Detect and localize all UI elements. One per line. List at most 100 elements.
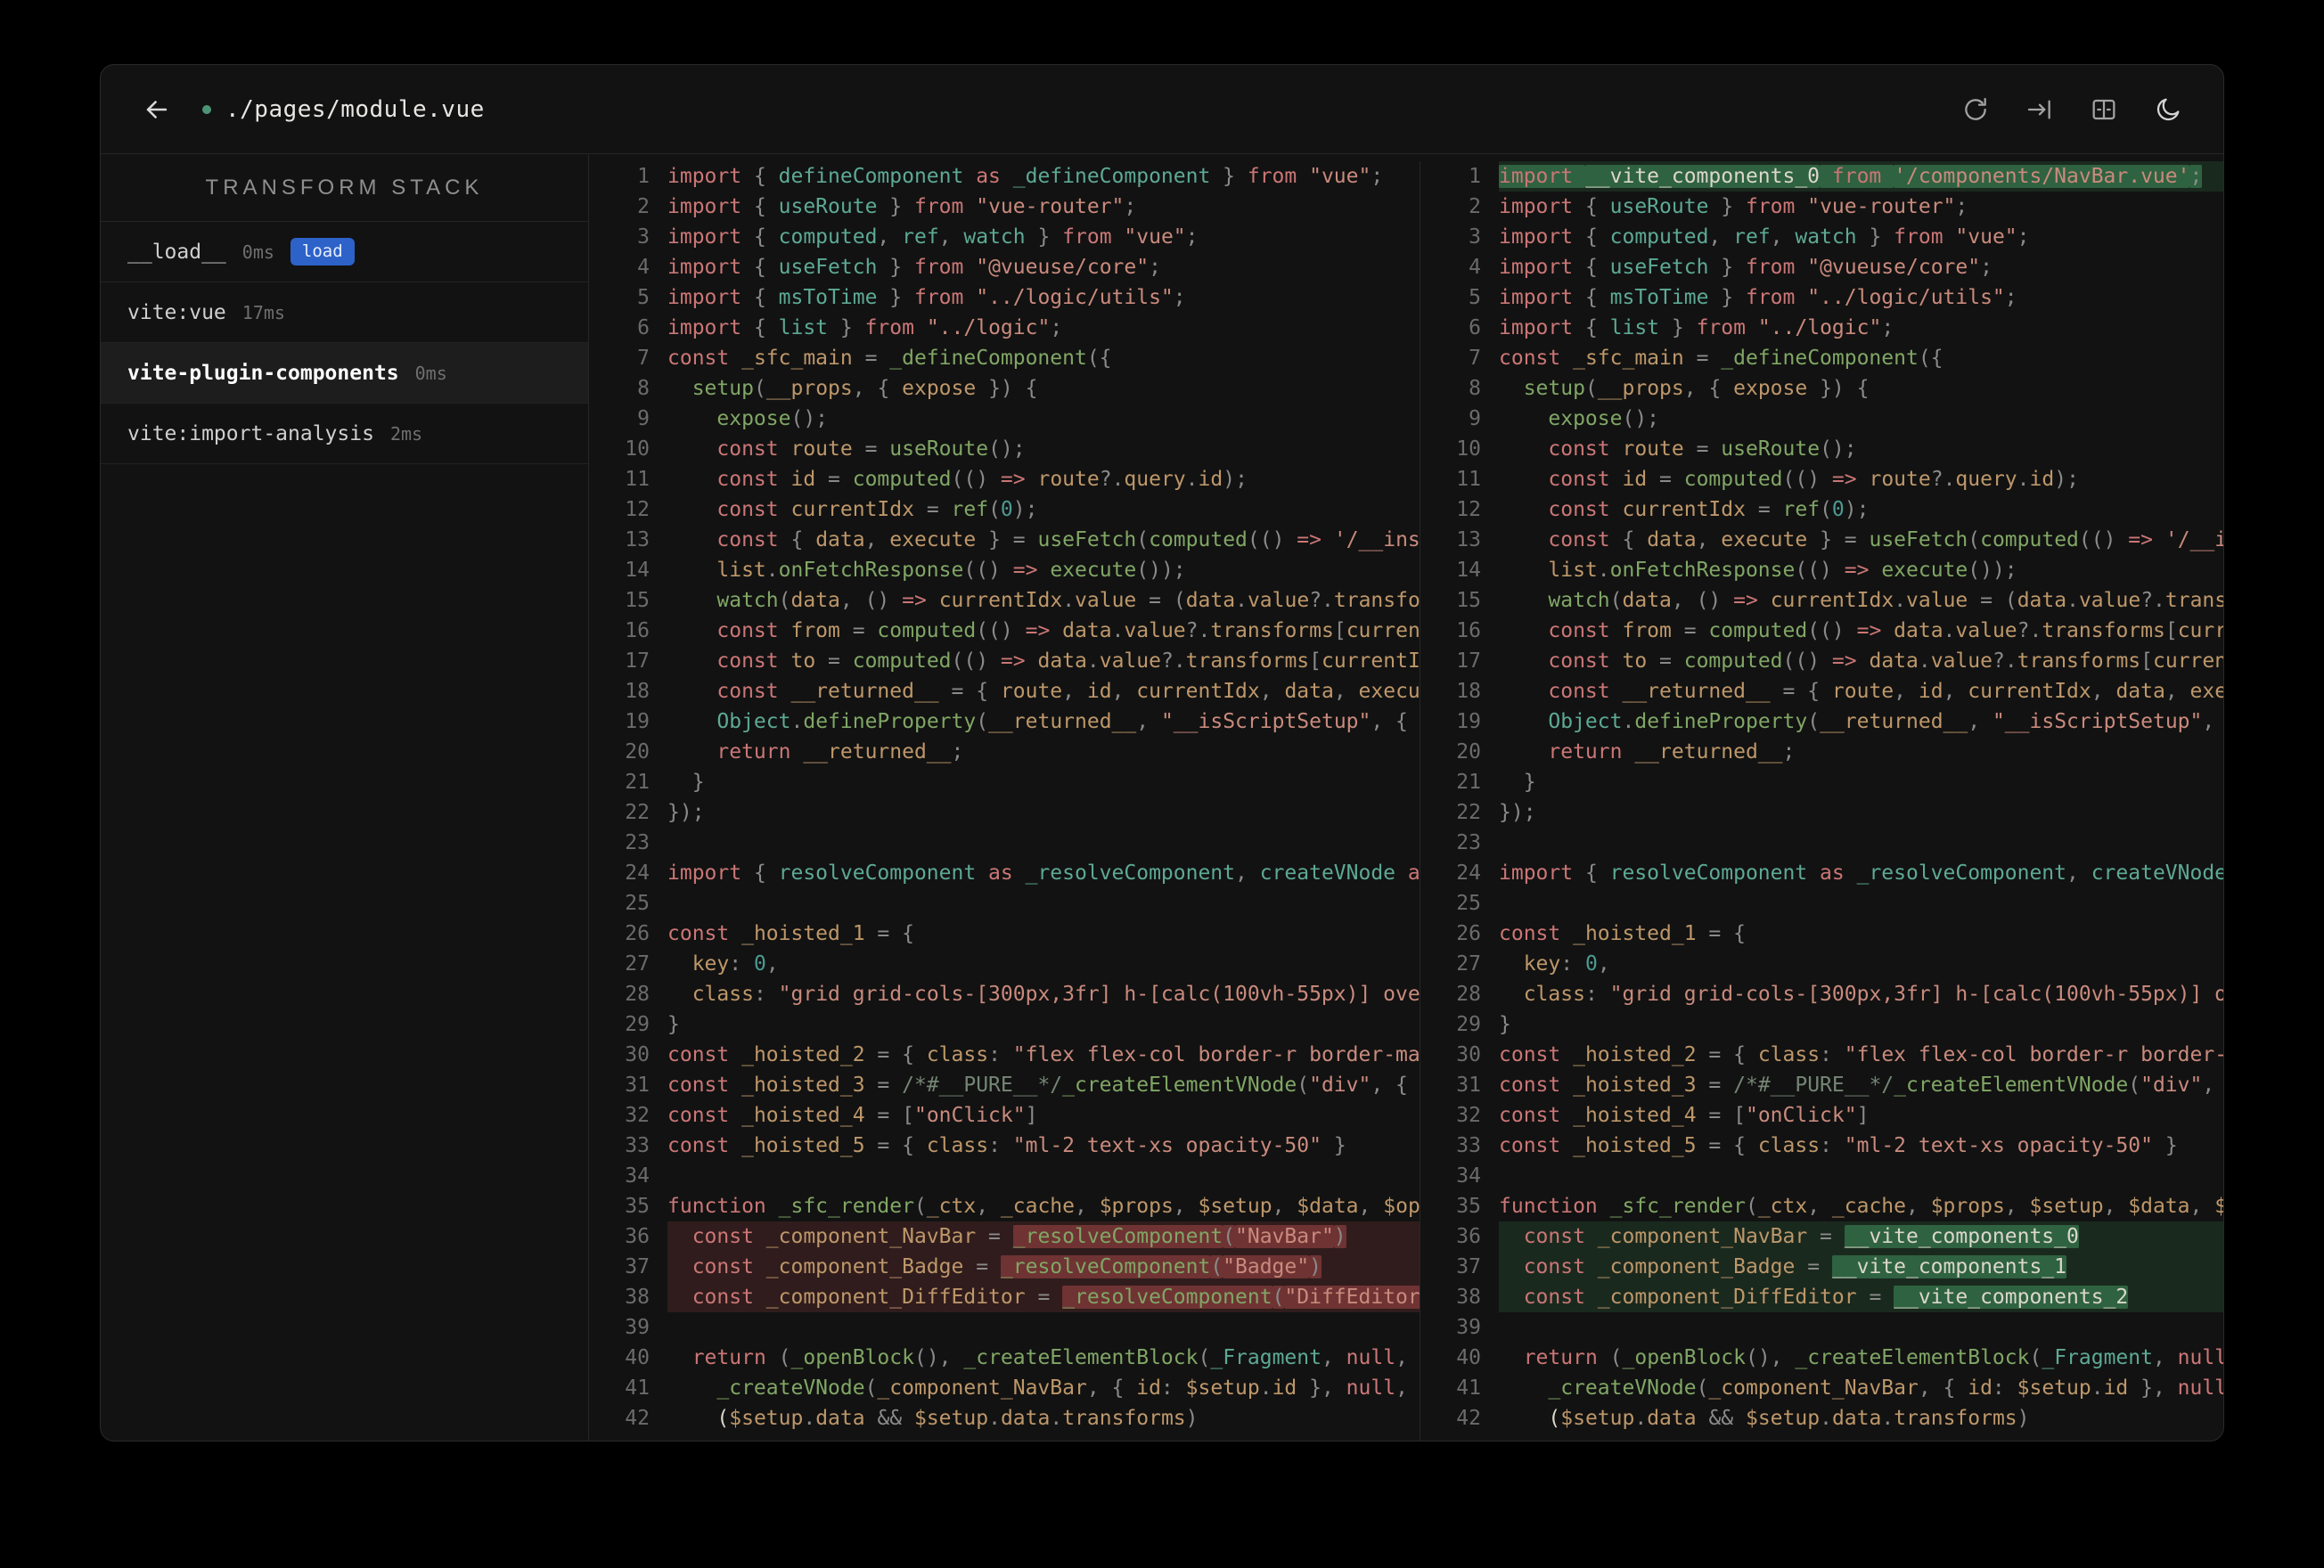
code-line[interactable]: 4 import { useFetch } from "@vueuse/core"… [1420, 252, 2223, 282]
theme-toggle-icon[interactable] [2154, 95, 2182, 124]
code-line[interactable]: 9 expose(); [589, 404, 1420, 434]
code-line[interactable]: 42 ($setup.data && $setup.data.transform… [1420, 1403, 2223, 1433]
code-line[interactable]: 13 const { data, execute } = useFetch(co… [1420, 525, 2223, 555]
code-line[interactable]: 31 const _hoisted_3 = /*#__PURE__*/_creat… [1420, 1070, 2223, 1100]
code-line[interactable]: 19 Object.defineProperty(__returned__, "… [1420, 706, 2223, 737]
code-line[interactable]: 1 import { defineComponent as _defineComp… [589, 161, 1420, 192]
code-line[interactable]: 31 const _hoisted_3 = /*#__PURE__*/_creat… [589, 1070, 1420, 1100]
diff-result-panel[interactable]: 1 import __vite_components_0 from '/compo… [1420, 161, 2223, 1441]
code-line[interactable]: 28 class: "grid grid-cols-[300px,3fr] h-… [589, 979, 1420, 1009]
code-line[interactable]: 8 setup(__props, { expose }) { [1420, 373, 2223, 404]
code-line[interactable]: 21 } [589, 767, 1420, 797]
refresh-icon[interactable] [1961, 95, 1990, 124]
transform-stack-item[interactable]: vite-plugin-components 0ms [101, 343, 588, 404]
code-line[interactable]: 14 list.onFetchResponse(() => execute())… [589, 555, 1420, 585]
code-line[interactable]: 28 class: "grid grid-cols-[300px,3fr] h-… [1420, 979, 2223, 1009]
code-line[interactable]: 6 import { list } from "../logic"; [1420, 313, 2223, 343]
transform-stack-item[interactable]: vite:import-analysis 2ms [101, 404, 588, 464]
code-line[interactable]: 12 const currentIdx = ref(0); [1420, 494, 2223, 525]
code-line[interactable]: 36 const _component_NavBar = __vite_comp… [1420, 1221, 2223, 1252]
code-line[interactable]: 14 list.onFetchResponse(() => execute())… [1420, 555, 2223, 585]
code-line[interactable]: 39 [589, 1312, 1420, 1343]
code-line[interactable]: 29} [589, 1009, 1420, 1040]
code-text: watch(data, () => currentIdx.value = (da… [716, 589, 1420, 612]
code-line[interactable]: 17 const to = computed(() => data.value?… [589, 646, 1420, 676]
code-line[interactable]: 25 [589, 888, 1420, 919]
code-line[interactable]: 5 import { msToTime } from "../logic/util… [589, 282, 1420, 313]
code-line[interactable]: 38 const _component_DiffEditor = _resolv… [589, 1282, 1420, 1312]
line-number: 36 [1456, 1225, 1481, 1248]
code-line[interactable]: 33 const _hoisted_5 = { class: "ml-2 text… [589, 1131, 1420, 1161]
code-line[interactable]: 20 return __returned__; [1420, 737, 2223, 767]
code-line[interactable]: 29} [1420, 1009, 2223, 1040]
code-line[interactable]: 7 const _sfc_main = _defineComponent({ [1420, 343, 2223, 373]
code-line[interactable]: 26 const _hoisted_1 = { [589, 919, 1420, 949]
code-line[interactable]: 41 _createVNode(_component_NavBar, { id:… [1420, 1373, 2223, 1403]
code-line[interactable]: 15 watch(data, () => currentIdx.value = … [589, 585, 1420, 616]
code-line[interactable]: 40 return (_openBlock(), _createElementB… [1420, 1343, 2223, 1373]
line-wrap-icon[interactable] [2025, 95, 2054, 124]
code-line[interactable]: 27 key: 0, [589, 949, 1420, 979]
code-line[interactable]: 39 [1420, 1312, 2223, 1343]
code-line[interactable]: 10 const route = useRoute(); [1420, 434, 2223, 464]
code-line[interactable]: 23 [589, 828, 1420, 858]
code-line[interactable]: 25 [1420, 888, 2223, 919]
code-line[interactable]: 11 const id = computed(() => route?.quer… [589, 464, 1420, 494]
code-line[interactable]: 10 const route = useRoute(); [589, 434, 1420, 464]
code-line[interactable]: 20 return __returned__; [589, 737, 1420, 767]
code-line[interactable]: 9 expose(); [1420, 404, 2223, 434]
code-line[interactable]: 23 [1420, 828, 2223, 858]
code-line[interactable]: 12 const currentIdx = ref(0); [589, 494, 1420, 525]
code-line[interactable]: 7 const _sfc_main = _defineComponent({ [589, 343, 1420, 373]
code-line[interactable]: 24 import { resolveComponent as _resolveC… [1420, 858, 2223, 888]
code-line[interactable]: 16 const from = computed(() => data.valu… [589, 616, 1420, 646]
code-line[interactable]: 2 import { useRoute } from "vue-router"; [1420, 192, 2223, 222]
code-line[interactable]: 18 const __returned__ = { route, id, cur… [1420, 676, 2223, 706]
code-line[interactable]: 24 import { resolveComponent as _resolveC… [589, 858, 1420, 888]
code-line[interactable]: 13 const { data, execute } = useFetch(co… [589, 525, 1420, 555]
code-line[interactable]: 15 watch(data, () => currentIdx.value = … [1420, 585, 2223, 616]
code-line[interactable]: 36 const _component_NavBar = _resolveCom… [589, 1221, 1420, 1252]
line-number: 23 [625, 831, 650, 854]
code-line[interactable]: 30 const _hoisted_2 = { class: "flex flex… [1420, 1040, 2223, 1070]
code-line[interactable]: 27 key: 0, [1420, 949, 2223, 979]
code-line[interactable]: 8 setup(__props, { expose }) { [589, 373, 1420, 404]
back-button[interactable] [142, 94, 172, 125]
code-line[interactable]: 34 [589, 1161, 1420, 1191]
transform-stack-item[interactable]: __load__ 0ms load [101, 222, 588, 282]
code-line[interactable]: 38 const _component_DiffEditor = __vite_… [1420, 1282, 2223, 1312]
code-line[interactable]: 16 const from = computed(() => data.valu… [1420, 616, 2223, 646]
line-number: 38 [625, 1286, 650, 1309]
code-line[interactable]: 2 import { useRoute } from "vue-router"; [589, 192, 1420, 222]
code-line[interactable]: 1 import __vite_components_0 from '/compo… [1420, 161, 2223, 192]
code-line[interactable]: 35 function _sfc_render(_ctx, _cache, $pr… [589, 1191, 1420, 1221]
code-line[interactable]: 19 Object.defineProperty(__returned__, "… [589, 706, 1420, 737]
code-line[interactable]: 35 function _sfc_render(_ctx, _cache, $pr… [1420, 1191, 2223, 1221]
diff-original-panel[interactable]: 1 import { defineComponent as _defineComp… [589, 161, 1420, 1441]
code-line[interactable]: 22}); [589, 797, 1420, 828]
code-line[interactable]: 37 const _component_Badge = _resolveComp… [589, 1252, 1420, 1282]
code-line[interactable]: 18 const __returned__ = { route, id, cur… [589, 676, 1420, 706]
code-line[interactable]: 4 import { useFetch } from "@vueuse/core"… [589, 252, 1420, 282]
code-line[interactable]: 32 const _hoisted_4 = ["onClick"] [589, 1100, 1420, 1131]
code-line[interactable]: 11 const id = computed(() => route?.quer… [1420, 464, 2223, 494]
code-text: _createVNode(_component_NavBar, { id: $s… [716, 1376, 1420, 1400]
code-line[interactable]: 34 [1420, 1161, 2223, 1191]
code-line[interactable]: 37 const _component_Badge = __vite_compo… [1420, 1252, 2223, 1282]
code-line[interactable]: 32 const _hoisted_4 = ["onClick"] [1420, 1100, 2223, 1131]
code-line[interactable]: 22}); [1420, 797, 2223, 828]
code-line[interactable]: 3 import { computed, ref, watch } from "v… [589, 222, 1420, 252]
code-line[interactable]: 5 import { msToTime } from "../logic/util… [1420, 282, 2223, 313]
code-line[interactable]: 42 ($setup.data && $setup.data.transform… [589, 1403, 1420, 1433]
code-line[interactable]: 30 const _hoisted_2 = { class: "flex flex… [589, 1040, 1420, 1070]
code-line[interactable]: 33 const _hoisted_5 = { class: "ml-2 text… [1420, 1131, 2223, 1161]
code-line[interactable]: 40 return (_openBlock(), _createElementB… [589, 1343, 1420, 1373]
code-line[interactable]: 3 import { computed, ref, watch } from "v… [1420, 222, 2223, 252]
code-line[interactable]: 26 const _hoisted_1 = { [1420, 919, 2223, 949]
split-view-icon[interactable] [2090, 95, 2118, 124]
code-line[interactable]: 41 _createVNode(_component_NavBar, { id:… [589, 1373, 1420, 1403]
transform-stack-item[interactable]: vite:vue 17ms [101, 282, 588, 343]
code-line[interactable]: 21 } [1420, 767, 2223, 797]
code-line[interactable]: 6 import { list } from "../logic"; [589, 313, 1420, 343]
code-line[interactable]: 17 const to = computed(() => data.value?… [1420, 646, 2223, 676]
